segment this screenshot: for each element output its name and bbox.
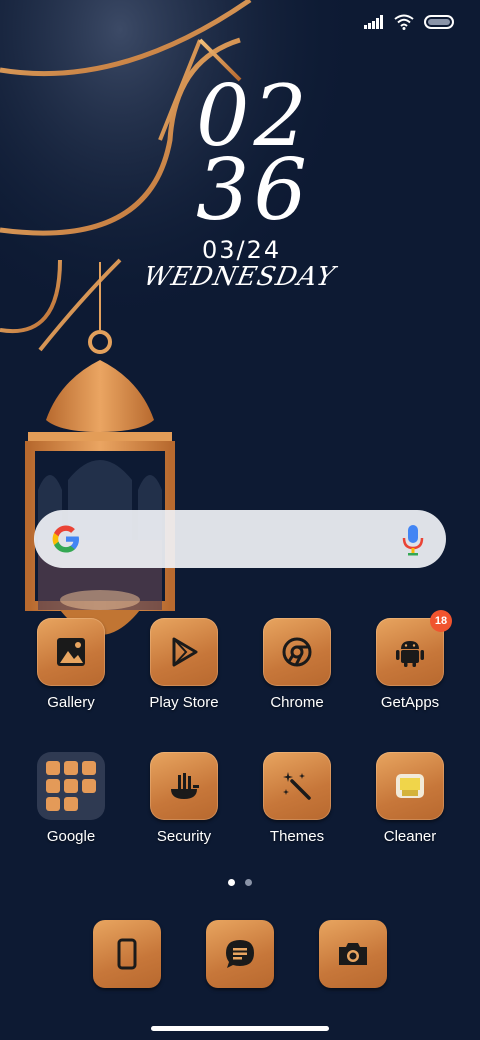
dock-messages[interactable] — [206, 920, 274, 988]
app-cleaner[interactable]: Cleaner — [354, 752, 466, 845]
app-label: Gallery — [47, 694, 95, 711]
wifi-icon — [394, 14, 414, 30]
folder-icon — [37, 752, 105, 820]
app-security[interactable]: Security — [128, 752, 240, 845]
app-label: Security — [156, 828, 212, 845]
clock-minute: 36 — [196, 141, 311, 239]
status-bar — [364, 10, 454, 34]
android-icon: 18 — [376, 610, 452, 686]
battery-icon — [424, 15, 454, 29]
app-label: GetApps — [380, 694, 440, 711]
phone-icon — [117, 938, 137, 970]
app-themes[interactable]: Themes — [241, 752, 353, 845]
google-search-bar[interactable] — [34, 510, 446, 568]
clock-date: 03/24 — [202, 236, 282, 264]
clock-weekday: WEDNESDAY — [140, 262, 339, 292]
app-label: Cleaner — [383, 828, 437, 845]
app-getapps[interactable]: 18 GetApps — [354, 610, 466, 711]
gallery-icon — [37, 618, 105, 686]
notification-badge: 18 — [430, 610, 452, 632]
page-indicator[interactable] — [228, 879, 252, 886]
chrome-icon — [263, 618, 331, 686]
cleaner-icon — [376, 752, 444, 820]
microphone-icon[interactable] — [402, 524, 424, 556]
signal-icon — [364, 15, 383, 29]
app-folder-google[interactable]: Google — [15, 752, 127, 845]
home-gesture-bar[interactable] — [151, 1026, 329, 1031]
app-chrome[interactable]: Chrome — [241, 618, 353, 711]
app-gallery[interactable]: Gallery — [15, 618, 127, 711]
app-play-store[interactable]: Play Store — [128, 618, 240, 711]
messages-icon — [226, 940, 254, 968]
app-label: Chrome — [270, 694, 324, 711]
security-icon — [150, 752, 218, 820]
play-store-icon — [150, 618, 218, 686]
app-label: Play Store — [149, 694, 219, 711]
magic-wand-icon — [263, 752, 331, 820]
google-g-icon — [52, 525, 79, 553]
app-label: Themes — [269, 828, 325, 845]
dock-phone[interactable] — [93, 920, 161, 988]
page-dot — [245, 879, 252, 886]
app-label: Google — [46, 828, 96, 845]
page-dot-active — [228, 879, 235, 886]
camera-icon — [339, 943, 367, 965]
dock-camera[interactable] — [319, 920, 387, 988]
